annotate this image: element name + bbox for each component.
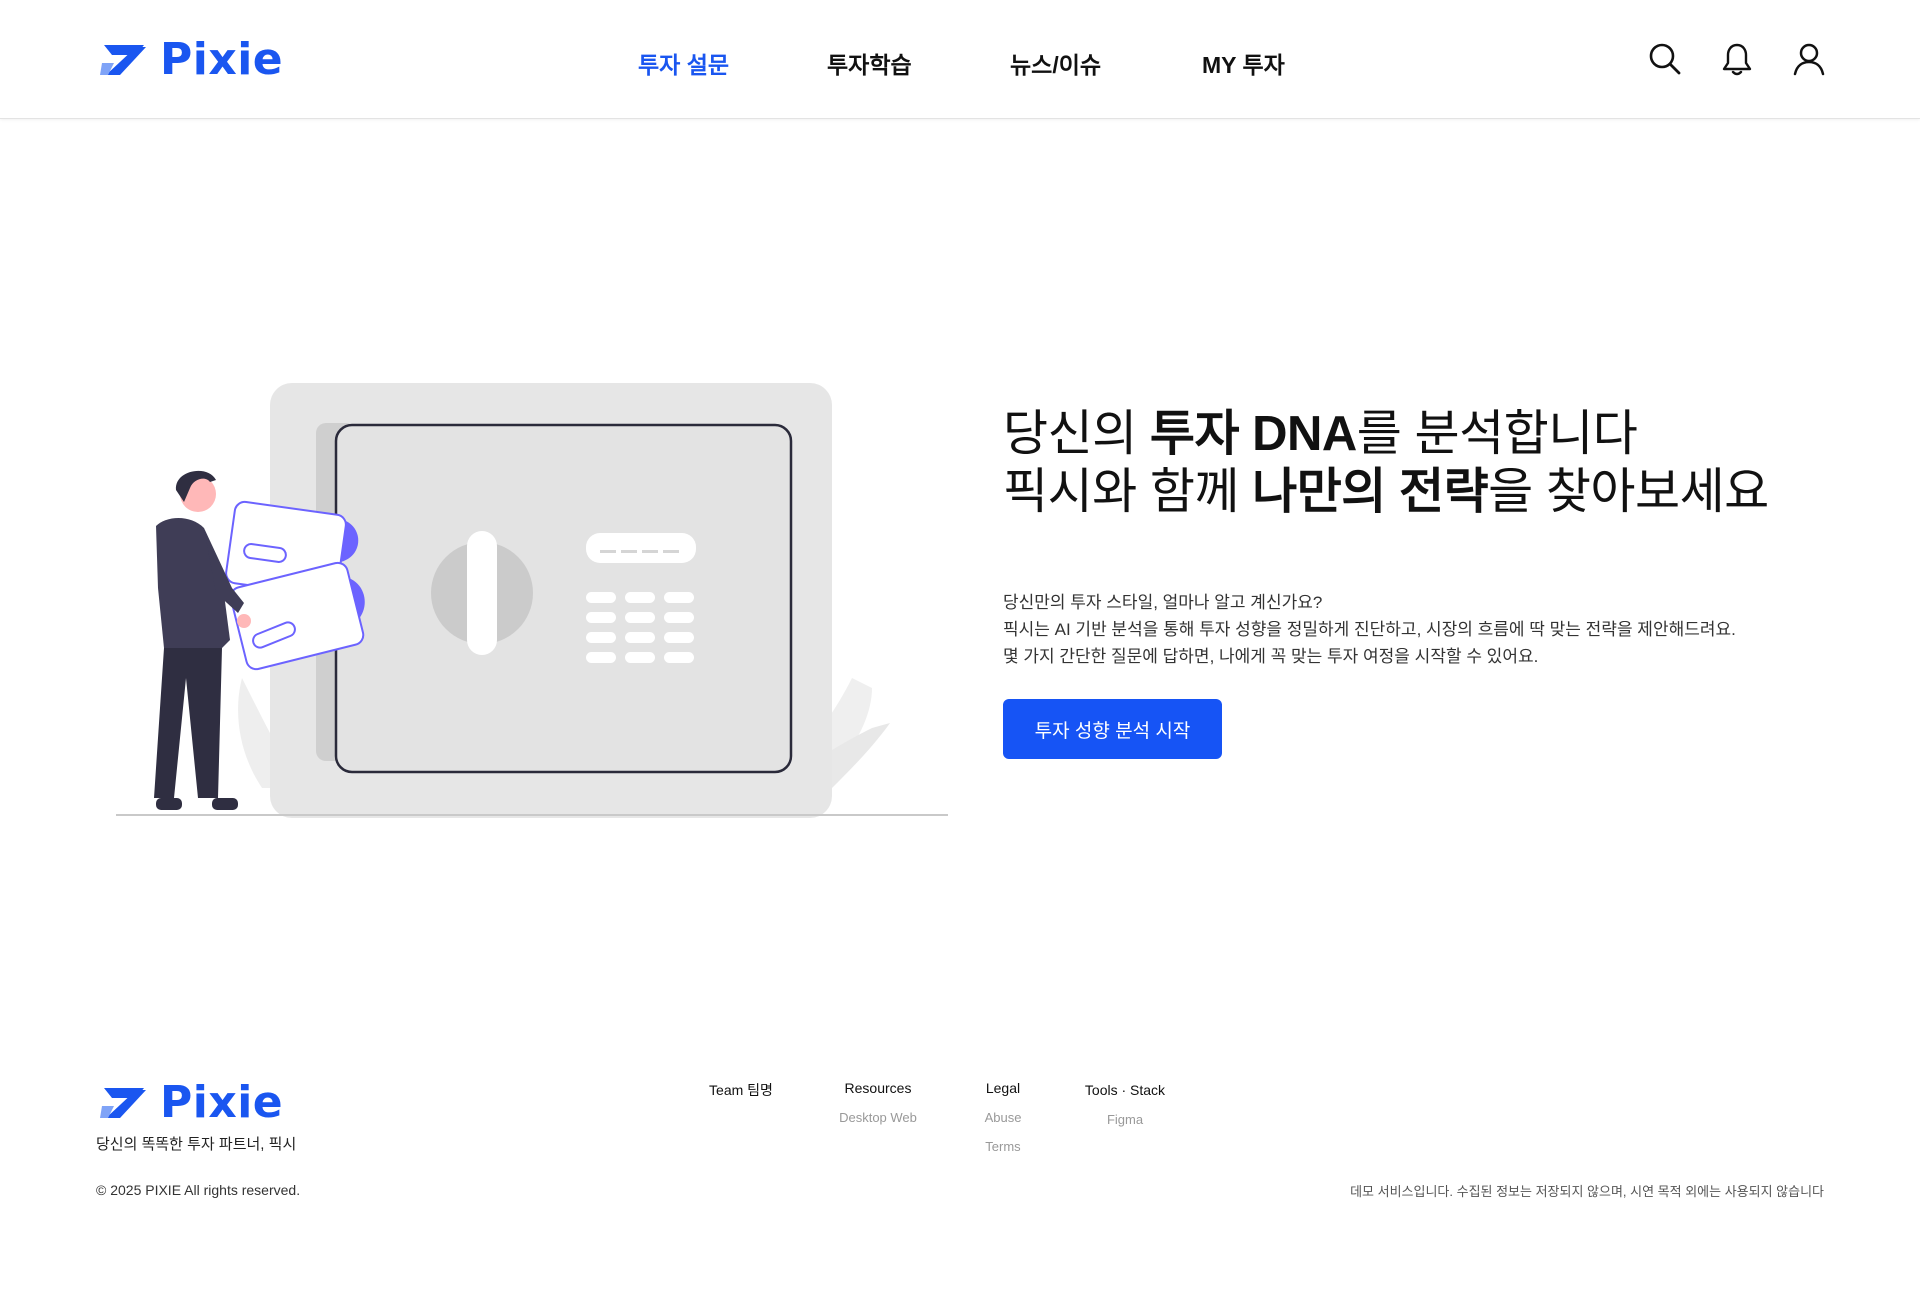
footer-column-heading: Team 팀명 [709, 1082, 773, 1098]
footer-column-legal: Legal Abuse Terms [978, 1080, 1028, 1154]
safe-illustration [116, 383, 948, 818]
demo-notice: 데모 서비스입니다. 수집된 정보는 저장되지 않으며, 시연 목적 외에는 사… [1350, 1184, 1824, 1199]
footer-link-desktop-web[interactable]: Desktop Web [828, 1110, 928, 1125]
footer-column-heading: Tools · Stack [1084, 1082, 1166, 1098]
nav-item-learning[interactable]: 투자학습 [827, 46, 912, 80]
user-icon[interactable] [1792, 42, 1826, 76]
footer-tagline: 당신의 똑똑한 투자 파트너, 픽시 [96, 1136, 297, 1153]
hero-desc-line: 픽시는 AI 기반 분석을 통해 투자 성향을 정밀하게 진단하고, 시장의 흐… [1003, 620, 1736, 639]
site-header: Pixie 투자 설문 투자학습 뉴스/이슈 MY 투자 [0, 0, 1920, 119]
footer-link-terms[interactable]: Terms [978, 1139, 1028, 1154]
search-icon[interactable] [1648, 42, 1682, 76]
hero-title-text: 을 찾아보세요 [1488, 465, 1769, 519]
nav-item-news[interactable]: 뉴스/이슈 [1010, 46, 1101, 80]
hero-title-text: 당신의 [1003, 407, 1150, 461]
bell-icon[interactable] [1720, 42, 1754, 76]
main-nav: 투자 설문 투자학습 뉴스/이슈 MY 투자 [0, 0, 1920, 119]
footer-column-resources: Resources Desktop Web [828, 1080, 928, 1125]
footer-logo[interactable]: Pixie [100, 1081, 283, 1125]
hero-title: 당신의 투자 DNA를 분석합니다 픽시와 함께 나만의 전략을 찾아보세요 [1003, 405, 1769, 521]
footer-column-heading: Legal [985, 1080, 1021, 1096]
hero-title-line-2: 픽시와 함께 나만의 전략을 찾아보세요 [1003, 463, 1769, 521]
nav-item-survey[interactable]: 투자 설문 [638, 46, 729, 80]
footer-column-team: Team 팀명 [708, 1080, 774, 1100]
hero-title-text: 픽시와 함께 [1003, 465, 1253, 519]
hero-title-emphasis: 나만의 전략 [1252, 465, 1489, 519]
hero-desc-line: 당신만의 투자 스타일, 얼마나 알고 계신가요? [1003, 593, 1323, 612]
nav-item-my-invest[interactable]: MY 투자 [1202, 46, 1285, 80]
footer-column-tools: Tools · Stack Figma [1075, 1082, 1175, 1127]
footer-column-heading: Resources [844, 1080, 912, 1096]
pixie-logo-mark-icon [100, 1088, 146, 1118]
footer-link-figma[interactable]: Figma [1075, 1112, 1175, 1127]
footer-link-abuse[interactable]: Abuse [978, 1110, 1028, 1125]
hero-title-line-1: 당신의 투자 DNA를 분석합니다 [1003, 405, 1769, 463]
brand-name: Pixie [160, 1077, 284, 1128]
start-analysis-button[interactable]: 투자 성향 분석 시작 [1003, 699, 1222, 759]
hero-title-text: 를 분석합니다 [1356, 407, 1638, 461]
copyright-text: © 2025 PIXIE All rights reserved. [96, 1182, 301, 1198]
hero-description: 당신만의 투자 스타일, 얼마나 알고 계신가요? 픽시는 AI 기반 분석을 … [1003, 589, 1736, 670]
hero-desc-line: 몇 가지 간단한 질문에 답하면, 나에게 꼭 맞는 투자 여정을 시작할 수 … [1003, 647, 1539, 666]
hero-title-emphasis: 투자 DNA [1149, 407, 1357, 461]
